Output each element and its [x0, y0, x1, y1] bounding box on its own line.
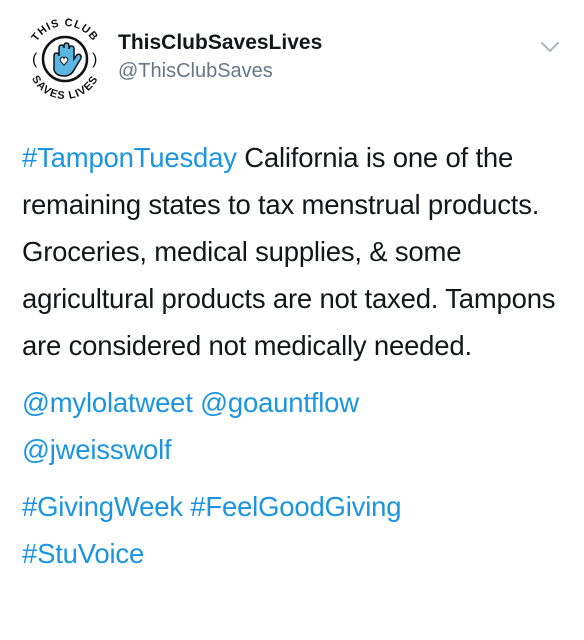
- hashtag-link[interactable]: #StuVoice: [22, 538, 144, 569]
- mention-link[interactable]: @mylolatweet: [22, 387, 193, 418]
- author-block: ThisClubSavesLives @ThisClubSaves: [118, 30, 322, 84]
- logo-top-text: THIS CLUB: [29, 17, 99, 44]
- mention-link[interactable]: @goauntflow: [200, 387, 359, 418]
- hashtag-link[interactable]: #GivingWeek: [22, 491, 183, 522]
- this-club-saves-lives-logo: THIS CLUB SAVES LIVES ( ): [29, 17, 101, 103]
- tweet-body-text: California is one of the remaining state…: [22, 142, 556, 361]
- tweet-text: #TamponTuesday California is one of the …: [22, 134, 567, 587]
- user-handle[interactable]: @ThisClubSaves: [118, 58, 322, 84]
- mention-link[interactable]: @jweisswolf: [22, 434, 172, 465]
- svg-text:THIS CLUB: THIS CLUB: [29, 17, 100, 44]
- avatar[interactable]: THIS CLUB SAVES LIVES ( ): [18, 12, 112, 106]
- tweet-header: THIS CLUB SAVES LIVES ( ) ThisClubSavesL…: [0, 0, 584, 110]
- svg-text:(: (: [32, 51, 38, 68]
- logo-bottom-text: SAVES LIVES: [29, 74, 100, 103]
- hashtag-link[interactable]: #TamponTuesday: [22, 142, 237, 173]
- tweet-paragraph-main: #TamponTuesday California is one of the …: [22, 134, 567, 369]
- svg-text:): ): [92, 51, 97, 68]
- svg-text:SAVES LIVES: SAVES LIVES: [29, 74, 101, 103]
- hashtag-link[interactable]: #FeelGoodGiving: [190, 491, 401, 522]
- chevron-down-icon[interactable]: [536, 36, 564, 58]
- tweet-paragraph-hashtags: #GivingWeek #FeelGoodGiving #StuVoice: [22, 483, 567, 577]
- display-name[interactable]: ThisClubSavesLives: [118, 30, 322, 56]
- tweet-paragraph-mentions: @mylolatweet @goauntflow @jweisswolf: [22, 379, 567, 473]
- hand-icon: [53, 42, 82, 77]
